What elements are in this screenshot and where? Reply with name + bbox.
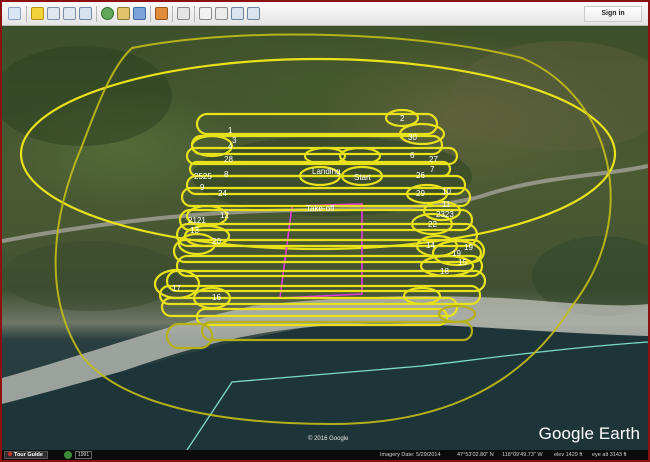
path-label-4: 4 [228, 142, 233, 151]
path-label-17: 17 [172, 284, 181, 293]
placemark-icon[interactable] [31, 7, 44, 20]
path-label-24: 24 [218, 189, 227, 198]
eye-altitude-readout: eye alt 3143 ft [592, 452, 627, 458]
toolbar-separator [26, 6, 27, 22]
path-label-2323: 2323 [436, 210, 454, 219]
path-label-27: 27 [429, 155, 438, 164]
polygon-icon[interactable] [47, 7, 60, 20]
tour-guide-icon [8, 452, 12, 456]
toolbar-separator [172, 6, 173, 22]
path-label-11: 11 [442, 200, 451, 209]
path-label-2121: 2121 [188, 216, 206, 225]
path-label-13: 13 [190, 226, 199, 235]
path-label-20: 20 [212, 237, 221, 246]
status-count: 1991 [75, 451, 93, 459]
path-label-26: 26 [416, 171, 425, 180]
status-globe-icon [64, 451, 72, 459]
path-label-18: 18 [440, 267, 449, 276]
path-label-16: 16 [212, 293, 221, 302]
path-label-30: 30 [408, 133, 417, 142]
toolbar-separator [96, 6, 97, 22]
path-label-9: 9 [200, 183, 205, 192]
path-label-28: 28 [224, 155, 233, 164]
path-label-6: 6 [410, 151, 415, 160]
path-label-29: 29 [416, 189, 425, 198]
path-label-3: 3 [232, 136, 237, 145]
path-label-takeoff: Take-off [306, 204, 335, 213]
path-label-15: 15 [458, 258, 467, 267]
planets-icon[interactable] [155, 7, 168, 20]
copyright-text: © 2016 Google [308, 436, 349, 442]
view-in-maps-icon[interactable] [247, 7, 260, 20]
google-earth-logo: Google Earth [538, 424, 640, 443]
path-label-19-left: 19 [452, 249, 461, 258]
hide-sidebar-icon[interactable] [8, 7, 21, 20]
sun-icon[interactable] [133, 7, 146, 20]
tour-guide-button[interactable]: Tour Guide [4, 451, 48, 459]
path-label-10: 10 [442, 187, 451, 196]
historical-imagery-icon[interactable] [117, 7, 130, 20]
record-tour-icon[interactable] [101, 7, 114, 20]
tour-guide-label: Tour Guide [14, 452, 43, 458]
path-label-8: 8 [224, 170, 229, 179]
imagery-date: Imagery Date: 5/29/2014 [380, 452, 441, 458]
path-label-1: 1 [228, 126, 233, 135]
sign-in-button[interactable]: Sign in [584, 6, 642, 22]
print-icon[interactable] [215, 7, 228, 20]
toolbar-separator [194, 6, 195, 22]
path-label-12: 12 [220, 211, 229, 220]
path-label-2525: 2525 [194, 172, 212, 181]
longitude-readout: 118°09'49.73" W [502, 452, 543, 458]
path-label-19-right: 19 [464, 243, 473, 252]
path-label-landing: Landing [312, 167, 340, 176]
path-icon[interactable] [63, 7, 76, 20]
flight-path-overlay: 2 1 30 3 4 28 6 27 26 7 2525 8 Landing S… [2, 33, 648, 450]
latitude-readout: 47°53'02.80" N [457, 452, 494, 458]
elevation-readout: elev 1429 ft [554, 452, 583, 458]
takeoff-area [279, 203, 363, 299]
ruler-icon[interactable] [177, 7, 190, 20]
path-label-start: Start [354, 173, 372, 182]
image-overlay-icon[interactable] [79, 7, 92, 20]
path-label-22: 22 [428, 220, 437, 229]
email-icon[interactable] [199, 7, 212, 20]
path-label-7: 7 [430, 165, 435, 174]
path-label-14: 14 [426, 241, 435, 250]
toolbar: Sign in [2, 2, 648, 26]
path-label-2: 2 [400, 114, 405, 123]
toolbar-separator [150, 6, 151, 22]
save-image-icon[interactable] [231, 7, 244, 20]
map-view[interactable]: 2 1 30 3 4 28 6 27 26 7 2525 8 Landing S… [2, 26, 648, 450]
status-bar: Tour Guide 1991 Imagery Date: 5/29/2014 … [2, 450, 648, 460]
